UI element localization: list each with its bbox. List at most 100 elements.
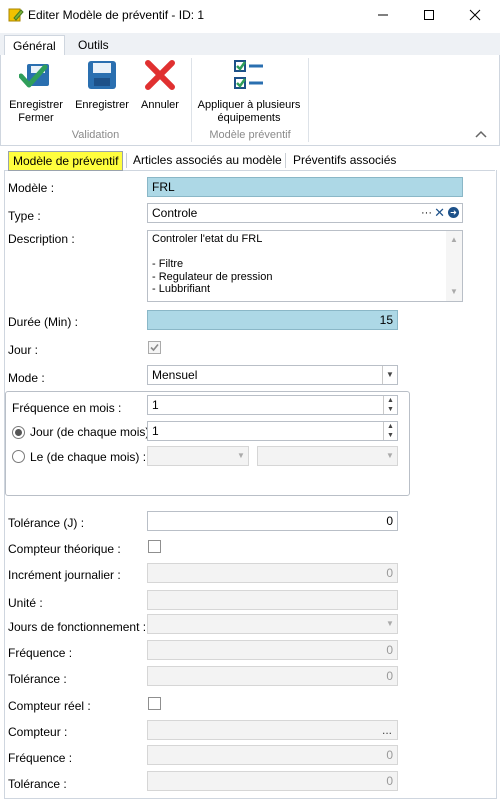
apply-multi-label-1: Appliquer à plusieurs — [197, 99, 301, 111]
frequence-mois-value: 1 — [152, 398, 159, 412]
save-close-label-1: Enregistrer — [9, 99, 63, 111]
description-line: - Regulateur de pression — [152, 270, 273, 283]
type-label: Type : — [8, 209, 41, 223]
tolerance-1-label: Tolérance : — [8, 672, 67, 686]
frequence-2-label: Fréquence : — [8, 751, 73, 765]
compteur-reel-label: Compteur réel : — [8, 699, 91, 713]
description-textarea[interactable]: Controler l'etat du FRL - Filtre - Regul… — [147, 230, 463, 302]
spin-up-icon[interactable]: ▲ — [384, 422, 397, 431]
modele-label: Modèle : — [8, 181, 55, 195]
tolerance-1-input[interactable]: 0 — [147, 666, 398, 686]
compteur-reel-checkbox[interactable] — [148, 697, 161, 710]
scroll-up-icon[interactable]: ▲ — [446, 233, 462, 247]
type-input[interactable]: Controle ··· ✕ ➜ — [147, 203, 463, 223]
le-chaque-mois-radio[interactable] — [12, 450, 25, 463]
chevron-down-icon: ▼ — [386, 619, 394, 628]
jour-chaque-mois-input[interactable]: 1 ▲ ▼ — [147, 421, 398, 441]
ribbon-tab-general[interactable]: Général — [4, 35, 65, 57]
spin-down-icon[interactable]: ▼ — [384, 431, 397, 440]
maximize-button[interactable] — [406, 0, 452, 30]
frequence-1-input[interactable]: 0 — [147, 640, 398, 660]
spin-down-icon[interactable]: ▼ — [384, 405, 397, 414]
compteur-input[interactable]: ... — [147, 720, 398, 740]
description-line: Controler l'etat du FRL — [152, 233, 263, 245]
compteur-theorique-label: Compteur théorique : — [8, 542, 121, 556]
cancel-button[interactable]: Annuler — [136, 58, 184, 112]
jours-fonctionnement-select[interactable]: ▼ — [147, 614, 398, 634]
checklist-icon — [234, 60, 263, 89]
app-pencil-icon — [8, 8, 24, 22]
spin-buttons[interactable]: ▲ ▼ — [383, 396, 397, 414]
spin-up-icon[interactable]: ▲ — [384, 396, 397, 405]
apply-multi-label-2: équipements — [217, 112, 281, 124]
clear-icon[interactable]: ✕ — [434, 204, 445, 222]
jours-fonctionnement-label: Jours de fonctionnement : — [8, 620, 147, 634]
chevron-down-icon: ▼ — [386, 451, 394, 460]
save-label: Enregistrer — [75, 99, 129, 111]
duree-label: Durée (Min) : — [8, 315, 79, 329]
duree-input[interactable]: 15 — [147, 310, 398, 330]
modele-input[interactable]: FRL — [147, 177, 463, 197]
compteur-theorique-checkbox[interactable] — [148, 540, 161, 553]
tolerance-2-input[interactable]: 0 — [147, 771, 398, 791]
minimize-button[interactable] — [360, 0, 406, 30]
cancel-label: Annuler — [141, 99, 179, 111]
save-close-button[interactable]: Enregistrer Fermer — [6, 58, 66, 125]
compteur-label: Compteur : — [8, 725, 68, 739]
spin-buttons[interactable]: ▲ ▼ — [383, 422, 397, 440]
jour-chaque-mois-value: 1 — [152, 424, 159, 438]
close-icon — [469, 9, 481, 21]
increment-journalier-input[interactable]: 0 — [147, 563, 398, 583]
tab-preventifs-associes[interactable]: Préventifs associés — [289, 151, 400, 169]
maximize-icon — [424, 10, 434, 20]
minimize-icon — [378, 14, 388, 16]
window-title: Editer Modèle de préventif - ID: 1 — [28, 8, 205, 22]
jour-chaque-mois-radio[interactable] — [12, 426, 25, 439]
le-weekday-select[interactable]: ▼ — [257, 446, 398, 466]
mode-select[interactable]: Mensuel ▼ — [147, 365, 398, 385]
jour-checkbox[interactable] — [148, 341, 161, 354]
apply-multi-button[interactable]: Appliquer à plusieurs équipements — [194, 58, 304, 125]
cancel-icon — [145, 60, 175, 90]
tab-articles-associes[interactable]: Articles associés au modèle — [129, 151, 286, 169]
close-button[interactable] — [452, 0, 498, 30]
description-line — [152, 246, 458, 259]
tab-divider — [126, 153, 127, 168]
save-icon — [88, 61, 116, 89]
save-button[interactable]: Enregistrer — [72, 58, 132, 112]
chevron-up-icon[interactable] — [474, 128, 488, 140]
ellipsis-icon[interactable]: ··· — [421, 204, 432, 222]
tab-modele-preventif[interactable]: Modèle de préventif — [8, 151, 124, 171]
chevron-down-icon: ▼ — [237, 451, 245, 460]
jour-label: Jour : — [8, 343, 39, 357]
type-value: Controle — [152, 206, 198, 220]
compteur-browse-button[interactable]: ... — [382, 721, 392, 739]
description-line: - Lubbrifiant — [152, 283, 211, 295]
unite-input[interactable] — [147, 590, 398, 610]
unite-label: Unité : — [8, 596, 43, 610]
group-label-validation: Validation — [71, 129, 120, 141]
description-line: - Filtre — [152, 258, 184, 270]
ribbon-tab-outils[interactable]: Outils — [70, 35, 117, 55]
scroll-down-icon[interactable]: ▼ — [446, 285, 462, 299]
chevron-down-icon[interactable]: ▼ — [382, 366, 397, 384]
mode-label: Mode : — [8, 371, 45, 385]
tolerance-j-label: Tolérance (J) : — [8, 516, 85, 530]
ribbon-group-separator — [308, 58, 309, 142]
tab-divider — [285, 153, 286, 168]
mode-value: Mensuel — [152, 368, 198, 382]
tolerance-2-label: Tolérance : — [8, 777, 67, 791]
frequence-1-label: Fréquence : — [8, 646, 73, 660]
description-scrollbar[interactable]: ▲ ▼ — [446, 231, 462, 301]
save-close-icon — [18, 64, 49, 88]
le-ordinal-select[interactable]: ▼ — [147, 446, 249, 466]
tolerance-j-input[interactable]: 0 — [147, 511, 398, 531]
description-label: Description : — [8, 232, 75, 246]
save-close-label-2: Fermer — [18, 112, 54, 124]
jour-chaque-mois-label: Jour (de chaque mois) : — [30, 425, 157, 439]
frequence-mois-label: Fréquence en mois : — [12, 401, 122, 415]
checkmark-icon — [150, 343, 159, 352]
go-arrow-icon[interactable]: ➜ — [448, 207, 459, 218]
frequence-mois-input[interactable]: 1 ▲ ▼ — [147, 395, 398, 415]
frequence-2-input[interactable]: 0 — [147, 745, 398, 765]
